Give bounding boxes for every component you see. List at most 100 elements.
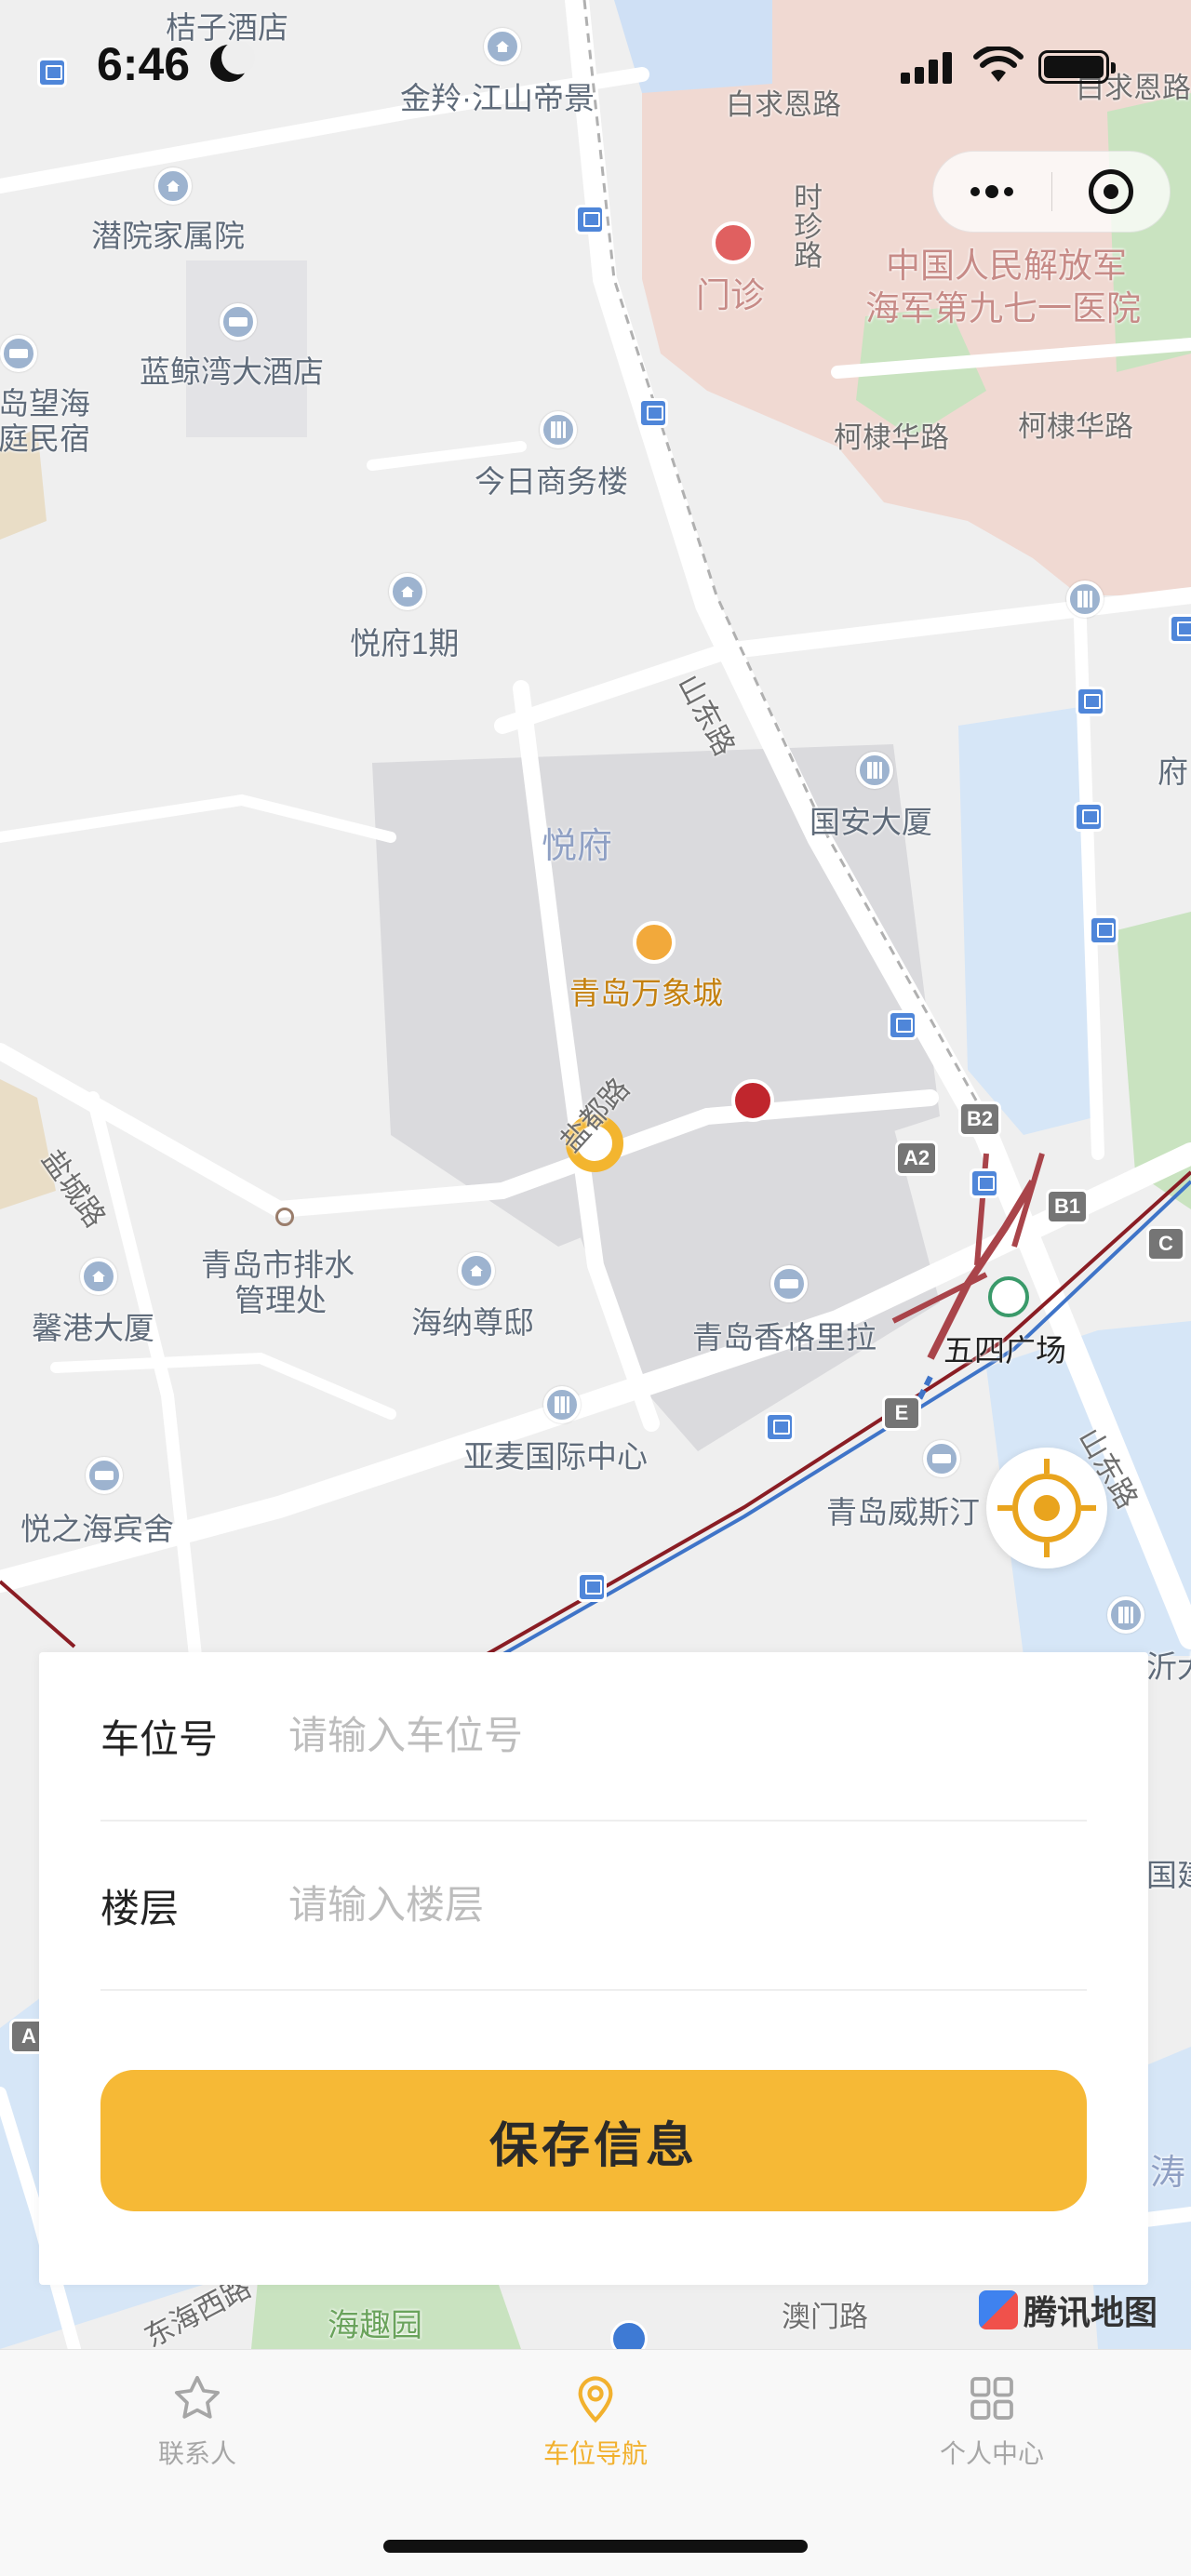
map-attribution: 腾讯地图 <box>979 2287 1158 2333</box>
space-number-label: 车位号 <box>100 1716 219 1761</box>
metro-exit-b2: B2 <box>958 1101 1002 1137</box>
map-label: 悦府 <box>542 827 613 866</box>
office-building-icon <box>543 1386 581 1423</box>
close-target-icon <box>1088 169 1133 214</box>
map-label: 岛望海 <box>0 386 90 420</box>
office-building-icon <box>856 752 893 789</box>
metro-exit-c: C <box>1146 1226 1185 1261</box>
status-bar: 6:46 <box>0 0 1191 130</box>
map-label: 府 <box>1158 754 1188 789</box>
map-label: 今日商务楼 <box>475 464 628 499</box>
space-number-row: 车位号 <box>100 1652 1087 1822</box>
map-label: 馨港大厦 <box>32 1311 154 1345</box>
star-icon <box>169 2370 225 2426</box>
tab-label: 联系人 <box>157 2439 236 2468</box>
bus-stop-icon <box>1089 915 1118 945</box>
close-miniprogram-button[interactable] <box>1052 152 1171 232</box>
map-label: 海趣园 <box>328 2308 422 2343</box>
map-label: 青岛威斯汀 <box>826 1495 980 1529</box>
bus-stop-icon <box>1074 802 1104 832</box>
poi-home-icon <box>80 1258 117 1295</box>
metro-exit-a2: A2 <box>895 1141 939 1176</box>
map-label: 门诊 <box>696 276 765 314</box>
road-label: 澳门路 <box>782 2301 868 2333</box>
map-label: 管理处 <box>234 1283 327 1317</box>
locate-icon <box>997 1459 1096 1557</box>
road-label: 柯棣华路 <box>1018 410 1133 443</box>
office-building-icon <box>540 411 577 448</box>
hotel-icon <box>0 335 37 372</box>
map-label: 悦之海宾舍 <box>20 1512 174 1546</box>
map-label: 悦府1期 <box>350 626 460 661</box>
map-view[interactable]: A2 B2 B1 C E A 桔子酒店 金羚·江山帝景 白求恩路 白求恩路 潜院… <box>0 0 1191 2349</box>
metro-exit-b1: B1 <box>1046 1189 1090 1224</box>
bus-stop-icon <box>970 1168 999 1198</box>
map-label: 沂大 <box>1146 1649 1191 1684</box>
map-label: 海军第九七一医院 <box>865 289 1141 327</box>
map-label: 潜院家属院 <box>91 219 245 253</box>
map-label: 国安大厦 <box>810 805 932 839</box>
map-label: 五四广场 <box>943 1333 1066 1368</box>
hospital-icon <box>712 221 755 264</box>
hotel-icon <box>923 1440 960 1477</box>
map-label: 蓝鲸湾大酒店 <box>140 354 324 389</box>
battery-icon <box>1038 50 1116 84</box>
hotel-icon <box>220 303 257 340</box>
location-pin-icon <box>568 2370 623 2426</box>
app-screen: A2 B2 B1 C E A 桔子酒店 金羚·江山帝景 白求恩路 白求恩路 潜院… <box>0 0 1191 2576</box>
map-label: 青岛万象城 <box>569 976 723 1010</box>
map-label: 海纳尊邸 <box>411 1305 534 1340</box>
bus-stop-icon <box>37 58 67 87</box>
floor-input[interactable] <box>288 1883 1087 1928</box>
parking-info-card: 车位号 楼层 保存信息 <box>39 1652 1148 2285</box>
cellular-signal-icon <box>901 50 957 84</box>
tab-label: 车位导航 <box>542 2439 648 2468</box>
bus-stop-icon <box>888 1010 917 1040</box>
bus-stop-icon <box>1076 687 1105 716</box>
map-label: 亚麦国际中心 <box>463 1439 648 1474</box>
floor-label: 楼层 <box>100 1886 180 1930</box>
map-label: 青岛香格里拉 <box>692 1320 877 1355</box>
tab-profile[interactable]: 个人中心 <box>899 2370 1085 2471</box>
locate-me-button[interactable] <box>986 1448 1107 1568</box>
map-label: 国建 <box>1146 1858 1191 1892</box>
bus-stop-icon <box>638 398 668 428</box>
grid-icon <box>964 2370 1020 2426</box>
map-label: 中国人民解放军 <box>886 247 1127 285</box>
office-building-icon <box>1107 1596 1144 1634</box>
more-button[interactable] <box>933 152 1051 232</box>
hotel-icon <box>770 1265 808 1302</box>
poi-home-icon <box>389 573 426 610</box>
map-label: 庭民宿 <box>0 421 90 456</box>
space-number-input[interactable] <box>288 1714 1087 1758</box>
office-building-icon <box>1066 581 1104 618</box>
poi-home-icon <box>154 167 192 205</box>
map-label: 涛 <box>1150 2154 1186 2193</box>
bus-stop-icon <box>765 1412 795 1442</box>
bus-stop-icon <box>1169 614 1191 644</box>
home-indicator <box>383 2540 808 2553</box>
tab-parking-navigation[interactable]: 车位导航 <box>502 2370 689 2471</box>
hotel-icon <box>86 1457 123 1494</box>
map-label: 青岛市排水 <box>201 1248 355 1282</box>
status-time: 6:46 <box>97 38 191 90</box>
tab-label: 个人中心 <box>939 2439 1044 2468</box>
tencent-map-logo-icon <box>979 2290 1018 2329</box>
bus-stop-icon <box>575 205 605 234</box>
metro-exit-e: E <box>882 1395 921 1431</box>
kfc-icon <box>731 1079 774 1122</box>
floor-row: 楼层 <box>100 1822 1087 1991</box>
miniprogram-capsule <box>932 151 1171 233</box>
save-info-button[interactable]: 保存信息 <box>100 2070 1087 2211</box>
tab-contacts[interactable]: 联系人 <box>104 2370 290 2471</box>
metro-station-icon <box>988 1276 1029 1317</box>
poi-dot-icon <box>275 1208 294 1226</box>
map-attribution-text: 腾讯地图 <box>1024 2293 1158 2331</box>
bus-stop-icon <box>577 1572 607 1602</box>
more-dots-icon <box>970 185 1014 198</box>
poi-home-icon <box>458 1252 495 1289</box>
wifi-icon <box>973 47 1024 82</box>
shopping-mall-icon <box>633 921 676 964</box>
moon-icon <box>210 41 255 82</box>
road-label: 柯棣华路 <box>834 421 949 454</box>
